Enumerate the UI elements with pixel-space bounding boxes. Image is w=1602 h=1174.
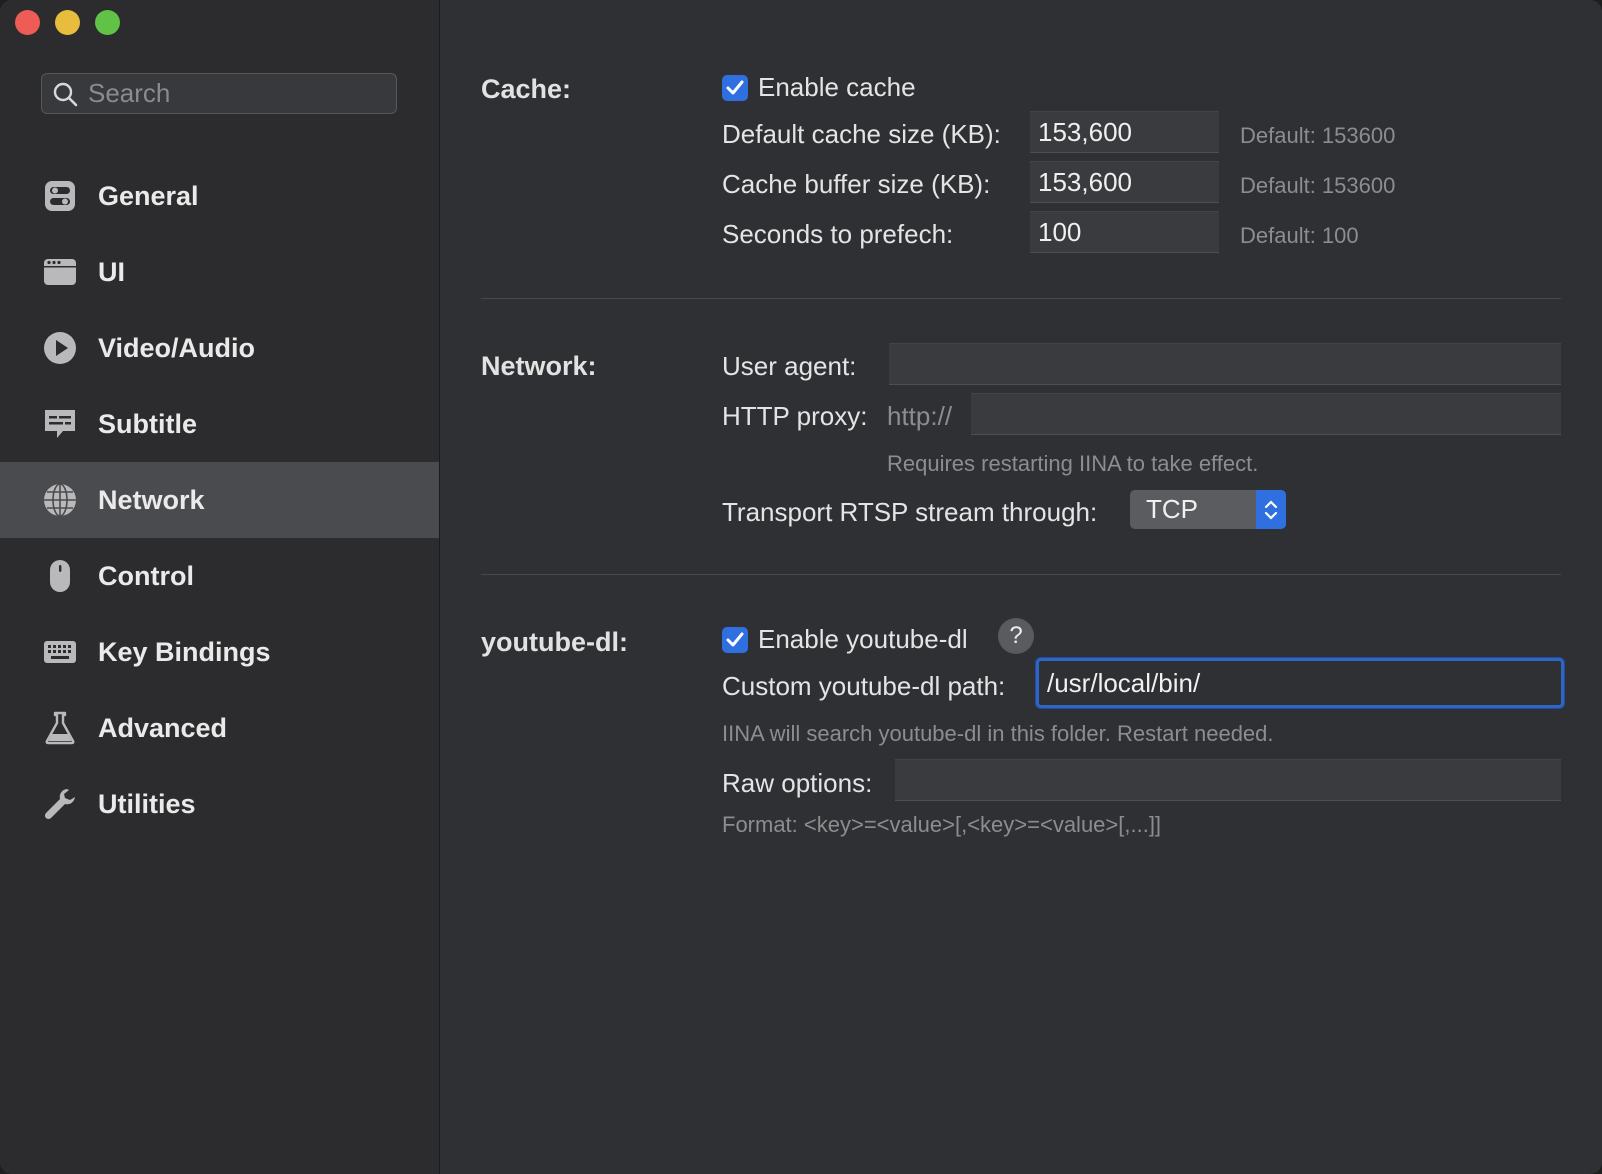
raw-options-field[interactable] xyxy=(895,759,1561,801)
zoom-button[interactable] xyxy=(95,10,120,35)
section-divider xyxy=(481,574,1561,575)
raw-options-note: Format: <key>=<value>[,<key>=<value>[,..… xyxy=(722,812,1162,837)
enable-cache-label: Enable cache xyxy=(758,72,916,102)
http-proxy-label: HTTP proxy: xyxy=(722,401,868,431)
preferences-window: General UI Video/Audio Subtitle xyxy=(0,0,1602,1174)
enable-cache-row: Enable cache xyxy=(722,72,916,103)
raw-options-label: Raw options: xyxy=(722,768,873,798)
ytdl-path-field[interactable] xyxy=(1036,658,1564,708)
checkmark-icon xyxy=(726,80,744,94)
sidebar-item-ui[interactable]: UI xyxy=(0,234,439,310)
wrench-icon xyxy=(42,786,78,822)
chevron-updown-icon xyxy=(1256,490,1286,529)
ytdl-path-label: Custom youtube-dl path: xyxy=(722,671,1006,701)
flask-icon xyxy=(42,710,78,746)
sidebar-item-label: UI xyxy=(98,256,125,287)
search-input[interactable] xyxy=(86,77,380,110)
prefetch-seconds-field[interactable] xyxy=(1030,211,1219,253)
rtsp-transport-value: TCP xyxy=(1146,494,1198,524)
sidebar-item-label: General xyxy=(98,180,199,211)
search-field[interactable] xyxy=(41,73,397,114)
sidebar-item-advanced[interactable]: Advanced xyxy=(0,690,439,766)
default-cache-size-hint: Default: 153600 xyxy=(1240,123,1396,148)
close-button[interactable] xyxy=(15,10,40,35)
default-cache-size-label: Default cache size (KB): xyxy=(722,119,1001,149)
sidebar-item-label: Utilities xyxy=(98,788,196,819)
subtitle-icon xyxy=(42,406,78,442)
sidebar-item-key-bindings[interactable]: Key Bindings xyxy=(0,614,439,690)
cache-buffer-size-label: Cache buffer size (KB): xyxy=(722,169,991,199)
sidebar-nav: General UI Video/Audio Subtitle Network … xyxy=(0,158,439,842)
window-controls xyxy=(15,10,120,35)
help-button[interactable]: ? xyxy=(998,618,1034,654)
search-icon xyxy=(53,82,78,106)
globe-icon xyxy=(42,482,78,518)
ytdl-path-note: IINA will search youtube-dl in this fold… xyxy=(722,721,1274,746)
http-proxy-note: Requires restarting IINA to take effect. xyxy=(887,451,1259,476)
checkmark-icon xyxy=(726,632,744,646)
sidebar-item-network[interactable]: Network xyxy=(0,462,439,538)
default-cache-size-field[interactable] xyxy=(1030,111,1219,153)
user-agent-field[interactable] xyxy=(889,343,1561,385)
sidebar-item-label: Advanced xyxy=(98,712,228,743)
network-settings-pane: Cache: Enable cache Default cache size (… xyxy=(440,0,1602,1174)
ytdl-section-title: youtube-dl: xyxy=(481,627,628,657)
sidebar-item-subtitle[interactable]: Subtitle xyxy=(0,386,439,462)
sidebar-item-video-audio[interactable]: Video/Audio xyxy=(0,310,439,386)
section-divider xyxy=(481,298,1561,299)
play-icon xyxy=(42,330,78,366)
enable-ytdl-checkbox[interactable] xyxy=(722,626,748,653)
keyboard-icon xyxy=(42,634,78,670)
sidebar-item-utilities[interactable]: Utilities xyxy=(0,766,439,842)
http-proxy-field[interactable] xyxy=(971,393,1561,435)
cache-buffer-size-hint: Default: 153600 xyxy=(1240,173,1396,198)
sidebar-item-label: Network xyxy=(98,484,205,515)
sidebar-item-label: Subtitle xyxy=(98,408,197,439)
network-section-title: Network: xyxy=(481,351,597,381)
http-proxy-prefix: http:// xyxy=(887,401,953,431)
sidebar-item-control[interactable]: Control xyxy=(0,538,439,614)
enable-ytdl-label: Enable youtube-dl xyxy=(758,624,968,654)
sidebar-item-label: Control xyxy=(98,560,194,591)
enable-cache-checkbox[interactable] xyxy=(722,74,748,101)
enable-ytdl-row: Enable youtube-dl xyxy=(722,624,968,655)
sidebar-item-label: Key Bindings xyxy=(98,636,271,667)
rtsp-transport-select[interactable]: TCP xyxy=(1130,490,1286,529)
prefetch-seconds-hint: Default: 100 xyxy=(1240,223,1359,248)
cache-buffer-size-field[interactable] xyxy=(1030,161,1219,203)
window-icon xyxy=(42,254,78,290)
rtsp-transport-label: Transport RTSP stream through: xyxy=(722,497,1098,527)
sidebar-item-label: Video/Audio xyxy=(98,332,256,363)
prefetch-seconds-label: Seconds to prefech: xyxy=(722,219,954,249)
mouse-icon xyxy=(42,558,78,594)
minimize-button[interactable] xyxy=(55,10,80,35)
user-agent-label: User agent: xyxy=(722,351,857,381)
toggles-icon xyxy=(42,178,78,214)
sidebar-item-general[interactable]: General xyxy=(0,158,439,234)
sidebar: General UI Video/Audio Subtitle xyxy=(0,0,440,1174)
cache-section-title: Cache: xyxy=(481,74,572,104)
